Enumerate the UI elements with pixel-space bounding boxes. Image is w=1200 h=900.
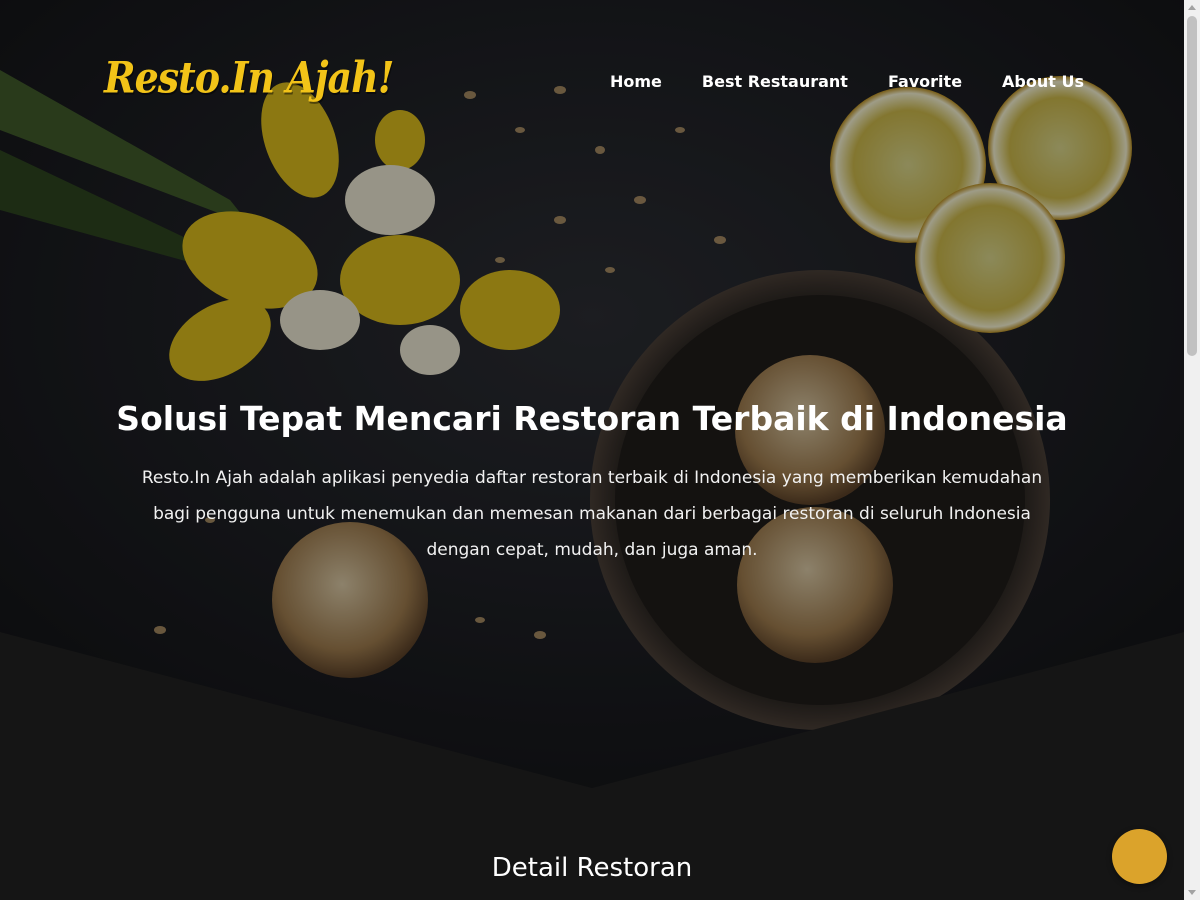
nav-about-us[interactable]: About Us — [982, 70, 1084, 94]
main-nav: Home Best Restaurant Favorite About Us — [590, 70, 1084, 94]
nav-best-restaurant[interactable]: Best Restaurant — [682, 70, 868, 94]
section-divider — [0, 632, 1184, 792]
vertical-scrollbar[interactable] — [1184, 0, 1200, 900]
scroll-up-icon[interactable] — [1188, 5, 1196, 10]
site-header: Resto.In Ajah! Home Best Restaurant Favo… — [0, 0, 1184, 165]
nav-favorite[interactable]: Favorite — [868, 70, 982, 94]
site-logo[interactable]: Resto.In Ajah! — [104, 52, 394, 102]
page: Resto.In Ajah! Home Best Restaurant Favo… — [0, 0, 1184, 900]
floating-action-button[interactable] — [1112, 829, 1167, 884]
nav-home[interactable]: Home — [590, 70, 682, 94]
hero-title: Solusi Tepat Mencari Restoran Terbaik di… — [116, 399, 1068, 438]
scroll-down-icon[interactable] — [1188, 890, 1196, 895]
hero-description: Resto.In Ajah adalah aplikasi penyedia d… — [141, 468, 1043, 560]
section-title: Detail Restoran — [491, 853, 693, 883]
scrollbar-thumb[interactable] — [1187, 16, 1197, 356]
